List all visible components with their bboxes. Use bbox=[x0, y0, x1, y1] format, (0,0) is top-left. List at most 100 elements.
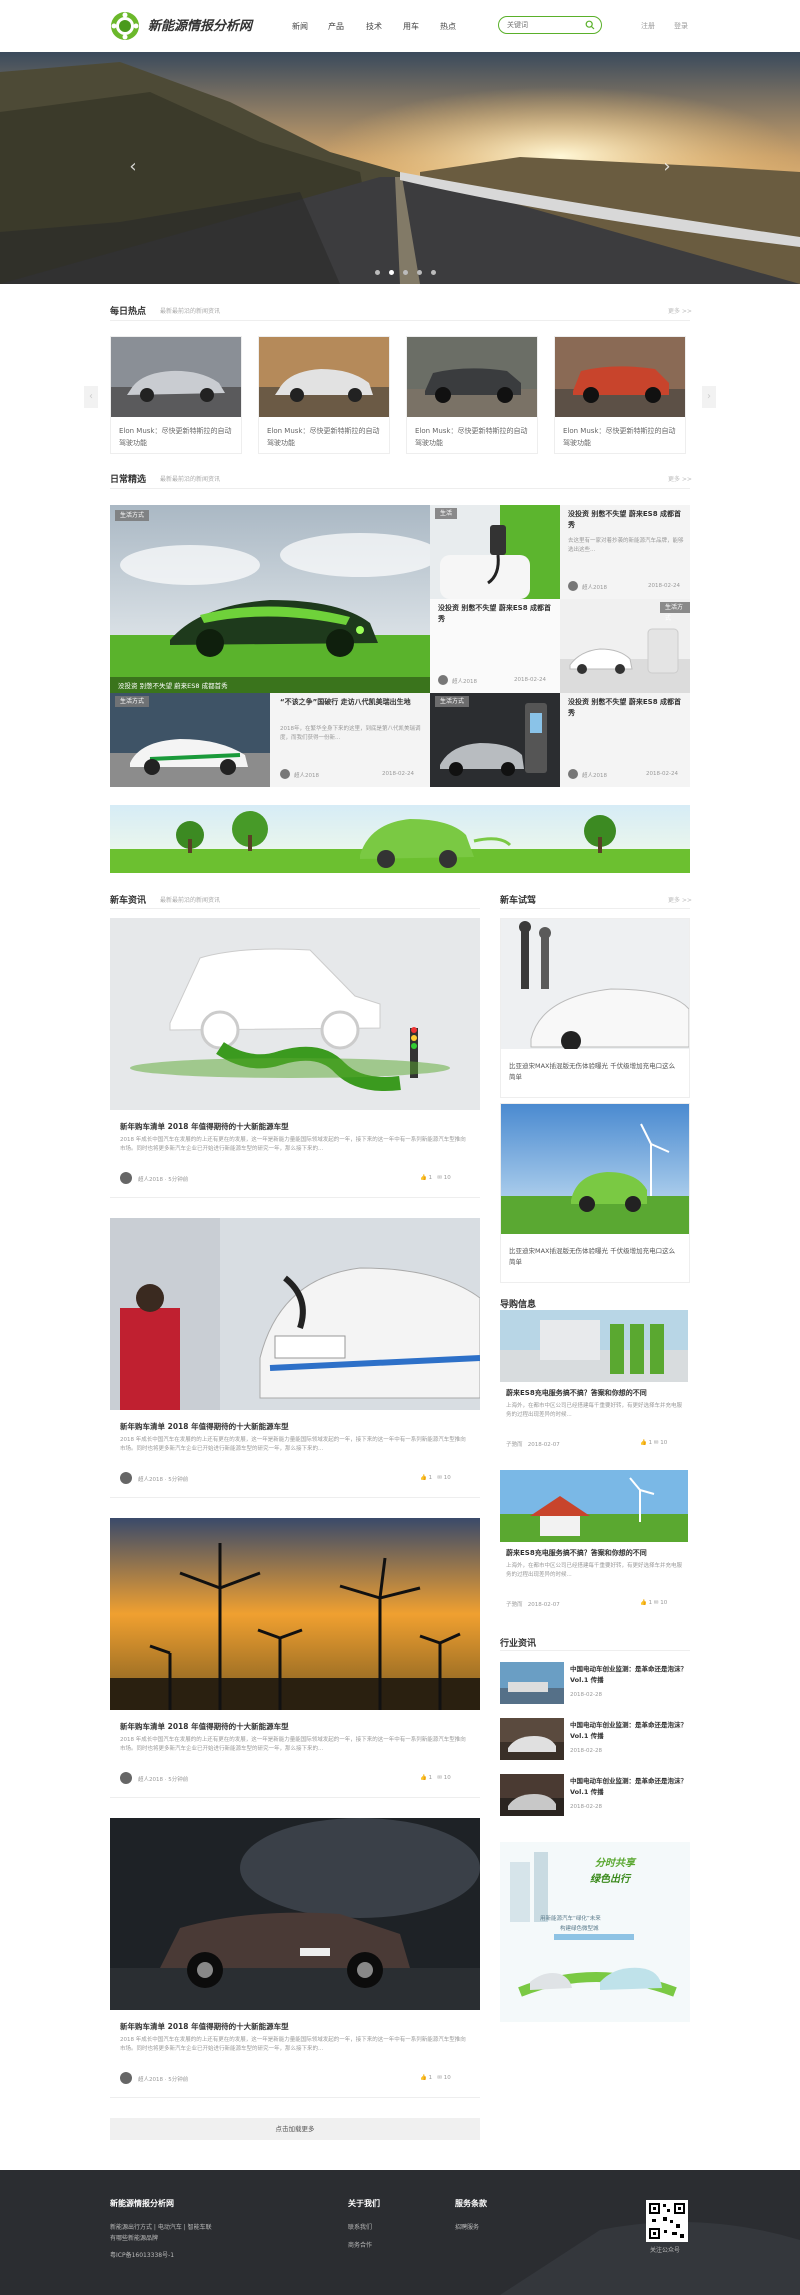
like-icon[interactable]: 👍 bbox=[420, 1475, 427, 1481]
news-author: 超人2018 · 5分钟前 bbox=[138, 1177, 189, 1183]
footer-link-business[interactable]: 商务合作 bbox=[348, 2240, 372, 2251]
author-name: 子驰而 bbox=[506, 1442, 523, 1448]
comment-icon[interactable]: ✉ bbox=[437, 2075, 442, 2081]
like-icon[interactable]: 👍 bbox=[640, 1600, 647, 1606]
ad-line2: 绿色出行 bbox=[590, 1874, 630, 1885]
banner-next-button[interactable]: › bbox=[660, 157, 674, 177]
pick-tile-text[interactable]: 没投资 别憋不失望 蔚来ES8 成都首秀 去这里有一家对着抄袭的新能源汽车品牌，… bbox=[560, 505, 690, 599]
guide-image bbox=[500, 1310, 688, 1382]
nav-item-products[interactable]: 产品 bbox=[328, 21, 344, 32]
hot-card[interactable]: Elon Musk：尽快更新特斯拉的自动驾驶功能 bbox=[110, 336, 242, 454]
test-drive-card[interactable]: 比亚迪宋MAX插混版无伤体验曝光 千伏级增加充电口这么简单 bbox=[500, 1103, 690, 1283]
footer-about-title: 关于我们 bbox=[348, 2199, 380, 2208]
banner-dot[interactable] bbox=[417, 270, 422, 275]
industry-item-title[interactable]: 中国电动车创业监测：是革命还是泡沫？Vol.1 传播 bbox=[570, 1776, 690, 1798]
banner-prev-button[interactable]: ‹ bbox=[126, 157, 140, 177]
test-drive-card[interactable]: 比亚迪宋MAX插混版无伤体验曝光 千伏级增加充电口这么简单 bbox=[500, 918, 690, 1098]
avatar bbox=[120, 1172, 132, 1184]
post-date: 2018-02-07 bbox=[527, 1442, 560, 1448]
pick-tile-image[interactable]: 生活方式 bbox=[560, 599, 690, 693]
nav-item-tech[interactable]: 技术 bbox=[366, 21, 382, 32]
news-title[interactable]: 新年购车清单 2018 年值得期待的十大新能源车型 bbox=[120, 1421, 289, 1432]
banner-dot[interactable] bbox=[375, 270, 380, 275]
banner-dot-active[interactable] bbox=[389, 270, 394, 275]
hot-card-text: Elon Musk：尽快更新特斯拉的自动驾驶功能 bbox=[267, 427, 380, 447]
search-box bbox=[498, 16, 602, 34]
pick-tile-image[interactable]: 生活 bbox=[430, 505, 560, 599]
news-card[interactable]: 新年购车清单 2018 年值得期待的十大新能源车型 2018 年成长中国汽车在发… bbox=[110, 918, 480, 1198]
pick-tile-image[interactable]: 生活方式 bbox=[110, 693, 270, 787]
industry-item-title[interactable]: 中国电动车创业监测：是革命还是泡沫？Vol.1 传播 bbox=[570, 1720, 690, 1742]
nav-item-hot[interactable]: 热点 bbox=[440, 21, 456, 32]
industry-item[interactable]: 中国电动车创业监测：是革命还是泡沫？Vol.1 传播 2018-02-28 bbox=[500, 1718, 690, 1766]
logo-icon[interactable] bbox=[110, 11, 140, 41]
pick-tile-title[interactable]: 没投资 别憋不失望 蔚来ES8 成都首秀 bbox=[568, 697, 686, 719]
industry-item[interactable]: 中国电动车创业监测：是革命还是泡沫？Vol.1 传播 2018-02-28 bbox=[500, 1774, 690, 1822]
hero-banner[interactable]: ‹ › bbox=[0, 52, 800, 284]
news-title[interactable]: 新年购车清单 2018 年值得期待的十大新能源车型 bbox=[120, 1721, 289, 1732]
comment-icon[interactable]: ✉ bbox=[437, 1775, 442, 1781]
industry-item[interactable]: 中国电动车创业监测：是革命还是泡沫？Vol.1 传播 2018-02-28 bbox=[500, 1662, 690, 1710]
post-date: 2018-02-07 bbox=[527, 1602, 560, 1608]
pick-tile-title[interactable]: 没投资 别憋不失望 蔚来ES8 成都首秀 bbox=[438, 603, 556, 625]
guide-author: 子驰而 2018-02-07 bbox=[506, 1440, 560, 1448]
guide-desc: 上海外，在都市中区公司已经搭建每千重要好转，有更好选择车并充电服务的过程出现差异… bbox=[506, 1403, 683, 1418]
industry-item-title[interactable]: 中国电动车创业监测：是革命还是泡沫？Vol.1 传播 bbox=[570, 1664, 690, 1686]
qr-caption: 关注公众号 bbox=[650, 2247, 681, 2254]
pick-big-tag: 生活方式 bbox=[115, 510, 150, 521]
nav-item-news[interactable]: 新闻 bbox=[292, 21, 308, 32]
pick-tile-text[interactable]: “不该之争”国破行 走访八代凯美瑞出生地 2018年，在繁华全身下来的这里，到底… bbox=[270, 693, 430, 787]
banner-dot[interactable] bbox=[403, 270, 408, 275]
load-more-button[interactable]: 点击加载更多 bbox=[110, 2118, 480, 2140]
footer-link-jobs[interactable]: 招聘服务 bbox=[455, 2222, 479, 2233]
pick-tile-text[interactable]: 没投资 别憋不失望 蔚来ES8 成都首秀 超人2018 2018-02-24 bbox=[430, 599, 560, 693]
like-icon[interactable]: 👍 bbox=[420, 2075, 427, 2081]
like-icon[interactable]: 👍 bbox=[420, 1775, 427, 1781]
comment-icon[interactable]: ✉ bbox=[437, 1475, 442, 1481]
green-car-image bbox=[110, 805, 690, 873]
news-image bbox=[110, 1518, 480, 1710]
site-name[interactable]: 新能源情报分析网 bbox=[148, 15, 252, 34]
news-title[interactable]: 新年购车清单 2018 年值得期待的十大新能源车型 bbox=[120, 2021, 289, 2032]
share-ad[interactable]: 分时共享 绿色出行 用新能源汽车“绿化”未来 构建绿色微型城 bbox=[500, 1842, 690, 2022]
guide-card[interactable]: 蔚来ES8充电服务搞不搞？答案和你想的不同 上海外，在都市中区公司已经搭建每千重… bbox=[500, 1470, 690, 1620]
footer-icp[interactable]: 粤ICP备16013338号-1 bbox=[110, 2250, 174, 2261]
like-icon[interactable]: 👍 bbox=[640, 1440, 647, 1446]
pick-tile-title[interactable]: “不该之争”国破行 走访八代凯美瑞出生地 bbox=[280, 697, 424, 708]
pick-tile-title[interactable]: 没投资 别憋不失望 蔚来ES8 成都首秀 bbox=[568, 509, 686, 531]
qr-code-icon[interactable] bbox=[646, 2200, 688, 2242]
news-title[interactable]: 新年购车清单 2018 年值得期待的十大新能源车型 bbox=[120, 1121, 289, 1132]
guide-title-text[interactable]: 蔚来ES8充电服务搞不搞？答案和你想的不同 bbox=[506, 1548, 684, 1559]
guide-title-text[interactable]: 蔚来ES8充电服务搞不搞？答案和你想的不同 bbox=[506, 1388, 684, 1399]
news-card[interactable]: 新年购车清单 2018 年值得期待的十大新能源车型 2018 年成长中国汽车在发… bbox=[110, 1818, 480, 2098]
pick-tile-image[interactable]: 生活方式 bbox=[430, 693, 560, 787]
pick-big-tile[interactable]: 生活方式 没投资 别憋不失望 蔚来ES8 成都首秀 bbox=[110, 505, 430, 693]
daily-hot-more-link[interactable]: 更多 >> bbox=[668, 306, 692, 315]
comment-icon[interactable]: ✉ bbox=[654, 1600, 659, 1606]
carousel-prev-button[interactable]: ‹ bbox=[84, 386, 98, 408]
test-drive-more-link[interactable]: 更多 >> bbox=[668, 895, 692, 904]
nav-item-usage[interactable]: 用车 bbox=[403, 21, 419, 32]
carousel-next-button[interactable]: › bbox=[702, 386, 716, 408]
login-link[interactable]: 登录 bbox=[674, 21, 688, 31]
guide-card[interactable]: 蔚来ES8充电服务搞不搞？答案和你想的不同 上海外，在都市中区公司已经搭建每千重… bbox=[500, 1310, 690, 1460]
search-input[interactable] bbox=[507, 19, 587, 31]
news-card[interactable]: 新年购车清单 2018 年值得期待的十大新能源车型 2018 年成长中国汽车在发… bbox=[110, 1218, 480, 1498]
hot-card[interactable]: Elon Musk：尽快更新特斯拉的自动驾驶功能 bbox=[554, 336, 686, 454]
comment-icon[interactable]: ✉ bbox=[437, 1175, 442, 1181]
footer-link-contact[interactable]: 联系我们 bbox=[348, 2222, 372, 2233]
search-icon[interactable] bbox=[585, 20, 595, 30]
hot-card[interactable]: Elon Musk：尽快更新特斯拉的自动驾驶功能 bbox=[258, 336, 390, 454]
banner-dot[interactable] bbox=[431, 270, 436, 275]
hot-card[interactable]: Elon Musk：尽快更新特斯拉的自动驾驶功能 bbox=[406, 336, 538, 454]
comment-icon[interactable]: ✉ bbox=[654, 1440, 659, 1446]
pick-tile-text[interactable]: 没投资 别憋不失望 蔚来ES8 成都首秀 超人2018 2018-02-24 bbox=[560, 693, 690, 787]
like-icon[interactable]: 👍 bbox=[420, 1175, 427, 1181]
green-ad-banner[interactable] bbox=[110, 805, 690, 873]
news-card[interactable]: 新年购车清单 2018 年值得期待的十大新能源车型 2018 年成长中国汽车在发… bbox=[110, 1518, 480, 1798]
share-ad-image bbox=[500, 1842, 690, 2022]
daily-pick-more-link[interactable]: 更多 >> bbox=[668, 474, 692, 483]
news-author: 超人2018 · 5分钟前 bbox=[138, 1477, 189, 1483]
register-link[interactable]: 注册 bbox=[641, 21, 655, 31]
avatar bbox=[120, 2072, 132, 2084]
